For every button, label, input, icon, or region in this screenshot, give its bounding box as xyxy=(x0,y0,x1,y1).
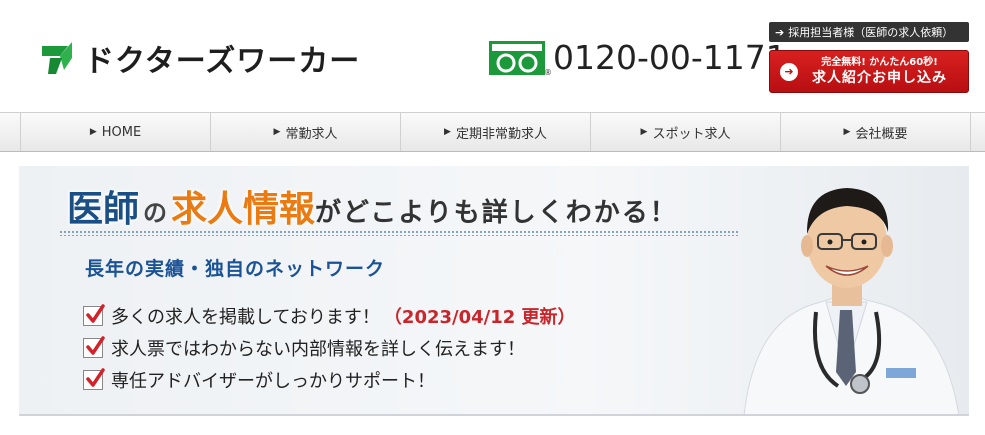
logo-text: ドクターズワーカー xyxy=(84,44,361,79)
updated-date: （2023/04/12 更新） xyxy=(383,307,576,328)
nav-item-full-time[interactable]: ▶ 常勤求人 xyxy=(211,113,401,151)
doctor-illustration xyxy=(743,188,960,416)
hero-bottom-border xyxy=(19,414,969,416)
freedial-icon: ® xyxy=(489,40,552,77)
headline-job-info: 求人情報 xyxy=(171,188,316,230)
triangle-right-icon: ▶ xyxy=(89,127,97,137)
main-nav: ▶ HOME ▶ 常勤求人 ▶ 定期非常勤求人 ▶ スポット求人 ▶ 会社概要 xyxy=(0,112,985,152)
checkmark-icon xyxy=(83,304,105,326)
feature-item: 求人票ではわからない内部情報を詳しく伝えます！ xyxy=(83,332,576,364)
nav-item-label: 定期非常勤求人 xyxy=(455,126,547,142)
nav-item-label: 会社概要 xyxy=(855,126,908,142)
recruiter-link-label: 採用担当者様（医師の求人依頼） xyxy=(788,26,954,39)
nav-item-spot[interactable]: ▶ スポット求人 xyxy=(591,113,781,151)
arrow-right-icon: ➔ xyxy=(775,25,785,39)
site-header: ドクターズワーカー ® 0120-00-1171 ➔ 採用担当者様（医師の求人依… xyxy=(0,0,985,112)
dotted-divider xyxy=(59,230,739,236)
phone-contact[interactable]: ® 0120-00-1171 xyxy=(489,38,787,77)
triangle-right-icon: ▶ xyxy=(273,127,281,137)
feature-list: 多くの求人を掲載しております！ （2023/04/12 更新） 求人票ではわから… xyxy=(83,300,576,396)
feature-text: 多くの求人を掲載しております！ xyxy=(111,307,380,328)
checkmark-icon xyxy=(83,368,105,390)
hero-banner: 医師の求人情報がどこよりも詳しくわかる！ 長年の実績・独自のネットワーク 多くの… xyxy=(19,166,969,416)
circle-arrow-icon: ➜ xyxy=(780,62,798,81)
recruiter-link[interactable]: ➔ 採用担当者様（医師の求人依頼） xyxy=(769,22,969,42)
feature-item: 多くの求人を掲載しております！ （2023/04/12 更新） xyxy=(83,300,576,332)
triangle-right-icon: ▶ xyxy=(640,127,648,137)
cta-small-text: 完全無料! かんたん60秒! xyxy=(821,57,938,68)
hero-headline: 医師の求人情報がどこよりも詳しくわかる！ xyxy=(67,180,678,232)
feature-item: 専任アドバイザーがしっかりサポート！ xyxy=(83,364,576,396)
feature-text: 専任アドバイザーがしっかりサポート！ xyxy=(111,371,435,392)
nav-item-label: HOME xyxy=(101,124,142,140)
cta-large-text: 求人紹介お申し込み xyxy=(812,70,947,86)
nav-item-company[interactable]: ▶ 会社概要 xyxy=(781,113,971,151)
headline-no: の xyxy=(143,198,168,227)
nav-spacer xyxy=(0,113,21,151)
logo-mark-icon xyxy=(42,42,72,74)
nav-item-label: 常勤求人 xyxy=(285,126,338,142)
headline-doctor: 医師 xyxy=(67,188,140,230)
triangle-right-icon: ▶ xyxy=(843,127,851,137)
site-logo[interactable]: ドクターズワーカー xyxy=(38,36,360,80)
hero-subheading: 長年の実績・独自のネットワーク xyxy=(85,258,386,280)
nav-item-regular-part-time[interactable]: ▶ 定期非常勤求人 xyxy=(401,113,591,151)
phone-number: 0120-00-1171 xyxy=(553,38,787,77)
headline-rest: がどこよりも詳しくわかる！ xyxy=(315,198,678,228)
triangle-right-icon: ▶ xyxy=(444,127,451,137)
job-request-button[interactable]: ➜ 完全無料! かんたん60秒! 求人紹介お申し込み xyxy=(769,50,969,93)
nav-item-home[interactable]: ▶ HOME xyxy=(21,113,211,151)
feature-text: 求人票ではわからない内部情報を詳しく伝えます！ xyxy=(111,339,525,360)
nav-item-label: スポット求人 xyxy=(652,126,731,142)
checkmark-icon xyxy=(83,336,105,358)
